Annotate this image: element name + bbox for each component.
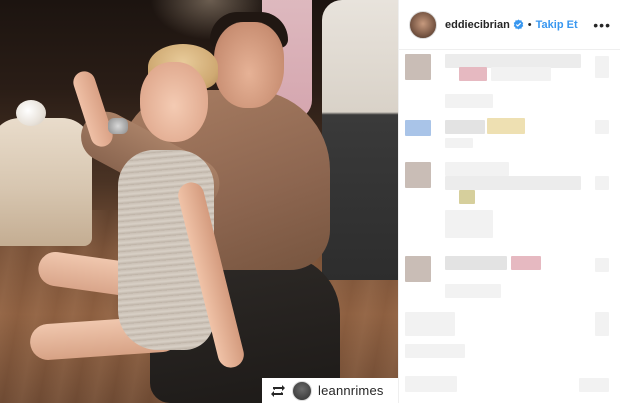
blurred-comment bbox=[579, 378, 609, 392]
blurred-comment bbox=[445, 138, 473, 148]
header-separator: • bbox=[527, 18, 532, 31]
follow-button[interactable]: Takip Et bbox=[536, 19, 578, 31]
verified-badge-icon bbox=[513, 19, 524, 30]
repost-username[interactable]: leannrimes bbox=[318, 383, 384, 398]
blurred-avatar bbox=[405, 120, 431, 136]
blurred-avatar bbox=[405, 256, 431, 282]
blurred-comment bbox=[595, 56, 609, 78]
blurred-comment bbox=[445, 256, 507, 270]
wrist-watch bbox=[108, 118, 128, 134]
blurred-comment bbox=[445, 162, 509, 176]
blurred-comment bbox=[487, 118, 525, 134]
blurred-comment bbox=[445, 210, 493, 238]
blurred-comment bbox=[445, 94, 493, 108]
background-guest-right bbox=[322, 0, 398, 280]
instagram-post: leannrimes eddiecibrian • Takip Et ••• bbox=[0, 0, 620, 403]
blurred-comment bbox=[405, 312, 455, 336]
blurred-comment bbox=[459, 67, 487, 81]
post-photo[interactable]: leannrimes bbox=[0, 0, 398, 403]
woman-head bbox=[140, 62, 208, 142]
blurred-avatar bbox=[405, 54, 431, 80]
man-head bbox=[214, 22, 284, 108]
blurred-comment bbox=[445, 176, 581, 190]
blurred-comment bbox=[459, 190, 475, 204]
blurred-comment bbox=[405, 344, 465, 358]
table-flowers bbox=[16, 100, 46, 126]
author-avatar[interactable] bbox=[409, 10, 437, 39]
repost-badge[interactable]: leannrimes bbox=[262, 378, 398, 403]
blurred-comment bbox=[595, 258, 609, 272]
background-table bbox=[0, 118, 92, 246]
blurred-comment bbox=[595, 312, 609, 336]
post-header: eddiecibrian • Takip Et ••• bbox=[399, 0, 620, 50]
blurred-comment bbox=[491, 67, 551, 81]
blurred-comment bbox=[445, 54, 581, 68]
blurred-comment bbox=[595, 120, 609, 134]
blurred-comment bbox=[511, 256, 541, 270]
more-options-button[interactable]: ••• bbox=[593, 17, 611, 33]
blurred-comment bbox=[445, 284, 501, 298]
repost-avatar[interactable] bbox=[292, 380, 312, 401]
blurred-avatar bbox=[405, 162, 431, 188]
blurred-comment bbox=[595, 176, 609, 190]
author-username[interactable]: eddiecibrian bbox=[445, 19, 510, 31]
post-side-panel: eddiecibrian • Takip Et ••• bbox=[398, 0, 620, 403]
repost-icon bbox=[270, 383, 286, 399]
blurred-comment bbox=[445, 120, 485, 134]
blurred-comment bbox=[405, 376, 457, 392]
